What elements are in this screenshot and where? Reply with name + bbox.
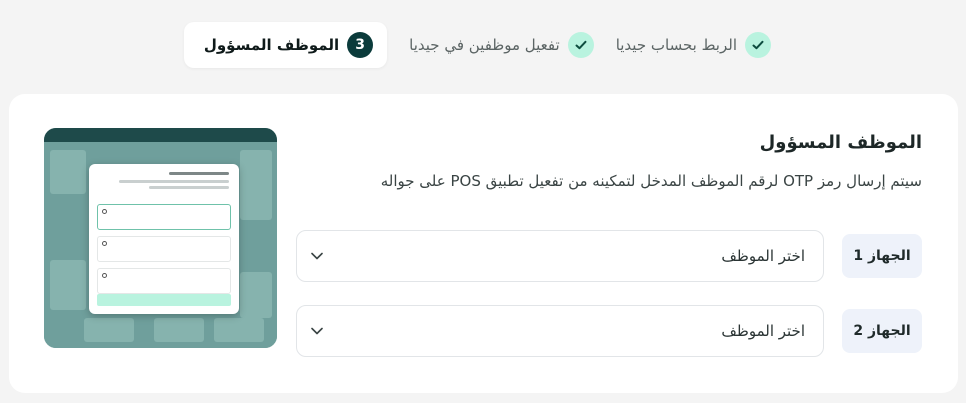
chevron-down-icon — [311, 327, 323, 335]
select-value: اختر الموظف — [721, 322, 805, 340]
section-title: الموظف المسؤول — [759, 132, 922, 153]
employee-select[interactable]: اختر الموظف — [296, 305, 824, 357]
step-label: الربط بحساب جيديا — [615, 36, 737, 54]
step-link-account[interactable]: الربط بحساب جيديا — [616, 22, 771, 68]
preview-line — [119, 180, 229, 183]
preview-option — [97, 236, 231, 262]
step-label: الموظف المسؤول — [203, 36, 340, 54]
responsible-employee-card: الموظف المسؤول سيتم إرسال رمز OTP لرقم ا… — [9, 94, 958, 393]
preview-line — [149, 186, 229, 189]
step-number-badge: 3 — [347, 32, 374, 58]
section-description: سيتم إرسال رمز OTP لرقم الموظف المدخل لت… — [380, 172, 922, 190]
device-label: الجهاز 1 — [842, 234, 922, 278]
step-done-badge — [567, 32, 594, 58]
preview-confirm-button — [97, 294, 231, 306]
preview-tile — [154, 318, 204, 342]
preview-topbar — [44, 128, 277, 142]
device-row-2: الجهاز 2 اختر الموظف — [296, 305, 922, 357]
preview-tile — [50, 150, 86, 194]
preview-line — [169, 172, 229, 175]
stepper: الربط بحساب جيديا تفعيل موظفين في جيديا … — [183, 22, 771, 68]
preview-modal — [89, 164, 239, 314]
employee-select[interactable]: اختر الموظف — [296, 230, 824, 282]
pos-preview-image — [44, 128, 277, 348]
device-row-1: الجهاز 1 اختر الموظف — [296, 230, 922, 282]
preview-option — [97, 204, 231, 230]
preview-radio — [102, 209, 107, 214]
preview-option — [97, 268, 231, 294]
preview-tile — [50, 260, 86, 310]
select-value: اختر الموظف — [721, 247, 805, 265]
step-activate-employees[interactable]: تفعيل موظفين في جيديا — [409, 22, 594, 68]
step-done-badge — [745, 32, 771, 58]
check-icon — [575, 40, 587, 50]
device-label: الجهاز 2 — [842, 309, 922, 353]
preview-tile — [240, 272, 272, 318]
preview-radio — [102, 273, 107, 278]
preview-radio — [102, 241, 107, 246]
check-icon — [752, 40, 764, 50]
preview-tile — [84, 318, 134, 342]
preview-tile — [240, 150, 272, 220]
preview-tile — [214, 318, 264, 342]
chevron-down-icon — [311, 252, 323, 260]
step-responsible-employee[interactable]: 3 الموظف المسؤول — [183, 22, 388, 68]
step-label: تفعيل موظفين في جيديا — [409, 36, 560, 54]
